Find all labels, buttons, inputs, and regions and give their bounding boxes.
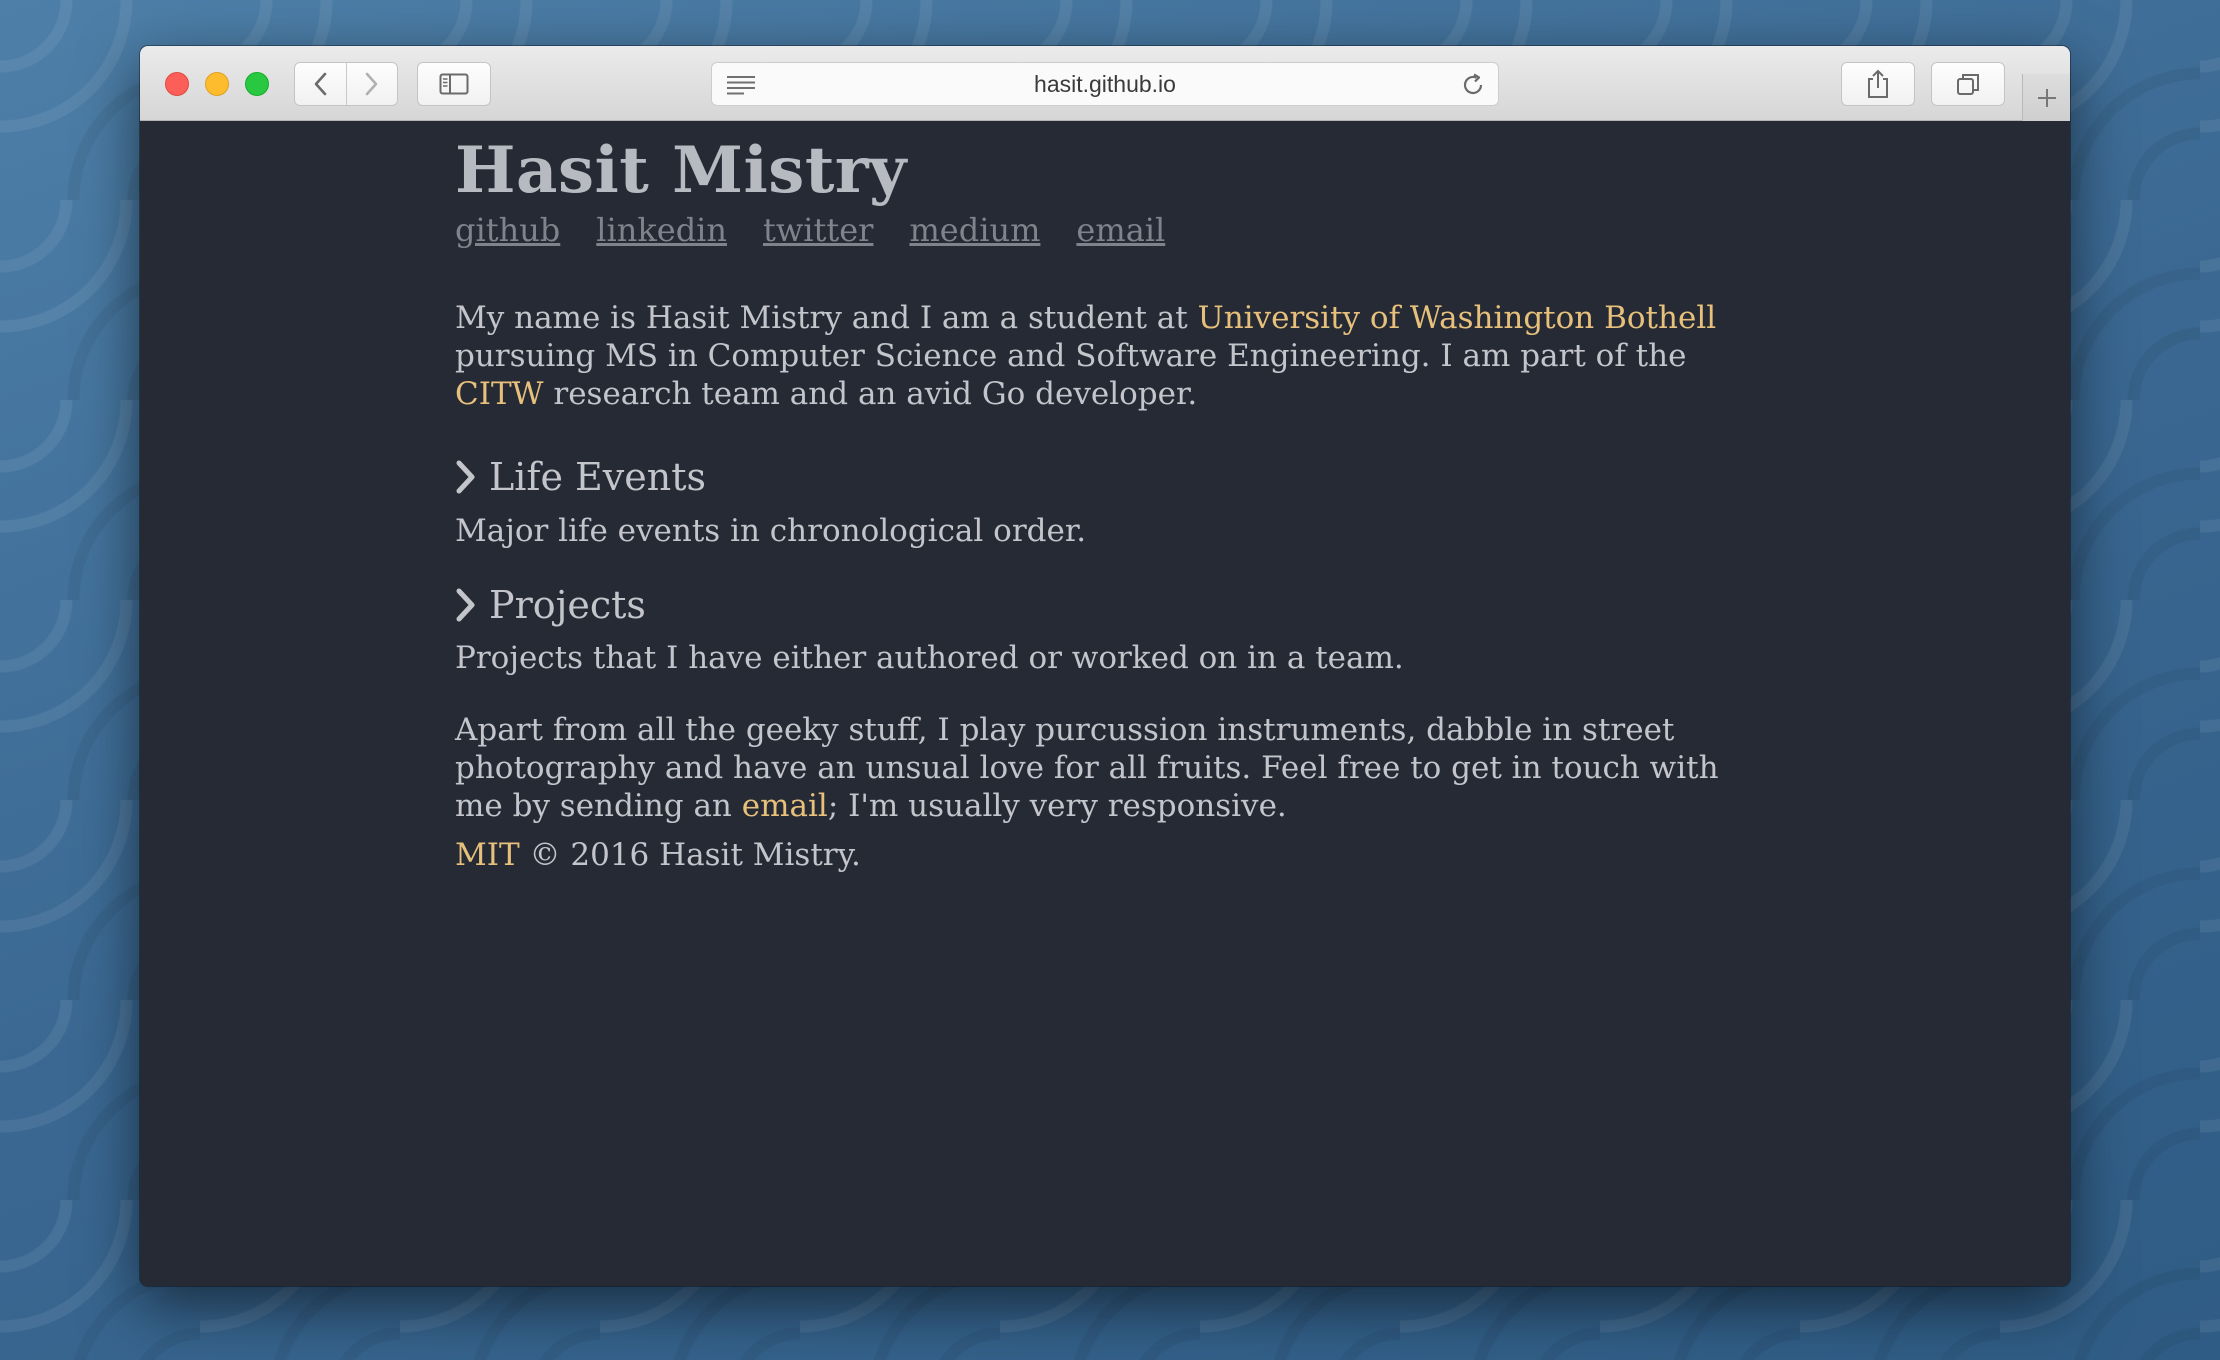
sidebar-icon: [439, 73, 469, 95]
social-links: github linkedin twitter medium email: [455, 211, 1201, 249]
university-link[interactable]: University of Washington Bothell: [1198, 300, 1717, 336]
life-events-description: Major life events in chronological order…: [455, 513, 1087, 549]
url-text: hasit.github.io: [1034, 71, 1176, 97]
twitter-link[interactable]: twitter: [763, 211, 873, 249]
reload-icon[interactable]: [1460, 72, 1486, 98]
linkedin-link[interactable]: linkedin: [596, 211, 727, 249]
projects-toggle[interactable]: Projects: [455, 583, 646, 627]
tabs-icon: [1957, 74, 1979, 95]
life-events-toggle[interactable]: Life Events: [455, 455, 706, 499]
page-title: Hasit Mistry: [455, 133, 907, 208]
intro-text: pursuing MS in Computer Science and Soft…: [455, 338, 1687, 374]
web-page: Hasit Mistry github linkedin twitter medium…: [140, 121, 2070, 1286]
footer: MIT © 2016 Hasit Mistry.: [455, 837, 861, 873]
back-button[interactable]: [295, 63, 347, 105]
github-link[interactable]: github: [455, 211, 560, 249]
share-button[interactable]: [1841, 62, 1915, 106]
about-text: ; I'm usually very responsive.: [827, 788, 1287, 824]
plus-icon: [2037, 88, 2056, 107]
email-link[interactable]: email: [1076, 211, 1165, 249]
chevron-right-icon: [365, 72, 378, 96]
browser-toolbar: hasit.github.io: [140, 46, 2070, 121]
navigation-buttons: [294, 62, 398, 106]
chevron-left-icon: [314, 72, 327, 96]
email-contact-link[interactable]: email: [742, 788, 828, 824]
intro-text: research team and an avid Go developer.: [543, 376, 1198, 412]
intro-paragraph: My name is Hasit Mistry and I am a stude…: [455, 299, 1755, 413]
medium-link[interactable]: medium: [909, 211, 1040, 249]
license-link[interactable]: MIT: [455, 837, 520, 873]
sidebar-toggle-button[interactable]: [417, 62, 491, 106]
projects-description: Projects that I have either authored or …: [455, 640, 1404, 676]
forward-button[interactable]: [347, 63, 398, 105]
browser-window: hasit.github.io Hasit Mistry github linke…: [140, 46, 2070, 1286]
new-tab-button[interactable]: [2022, 74, 2070, 121]
tab-overview-button[interactable]: [1931, 62, 2005, 106]
section-title: Life Events: [489, 455, 706, 499]
copyright-text: © 2016 Hasit Mistry.: [519, 837, 861, 873]
about-paragraph: Apart from all the geeky stuff, I play p…: [455, 711, 1755, 825]
maximize-window-button[interactable]: [245, 72, 269, 96]
section-title: Projects: [489, 583, 646, 627]
minimize-window-button[interactable]: [205, 72, 229, 96]
close-window-button[interactable]: [165, 72, 189, 96]
chevron-right-icon: [455, 588, 477, 622]
chevron-right-icon: [455, 460, 477, 494]
share-icon: [1868, 69, 1888, 98]
intro-text: My name is Hasit Mistry and I am a stude…: [455, 300, 1198, 336]
citw-link[interactable]: CITW: [455, 376, 544, 412]
address-bar[interactable]: hasit.github.io: [711, 62, 1499, 106]
